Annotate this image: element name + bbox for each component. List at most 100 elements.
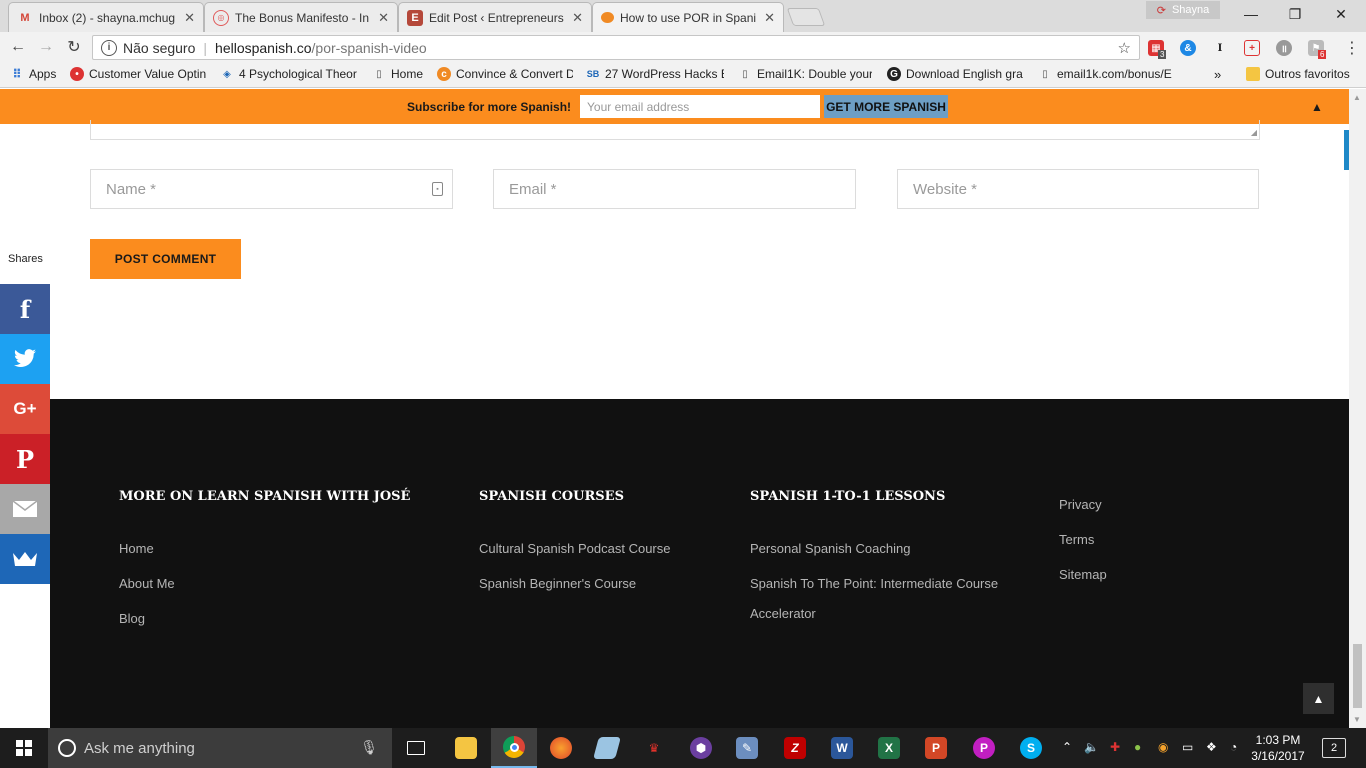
taskbar-app-paint[interactable]: ✎: [724, 728, 770, 768]
footer-link-beginners-course[interactable]: Spanish Beginner's Course: [479, 576, 636, 591]
close-icon[interactable]: ✕: [764, 10, 775, 26]
sumo-share-button[interactable]: [0, 534, 50, 584]
tray-green-icon[interactable]: ●: [1134, 740, 1141, 754]
footer-link-cultural-podcast[interactable]: Cultural Spanish Podcast Course: [479, 541, 671, 556]
close-icon[interactable]: ✕: [378, 10, 389, 26]
close-icon[interactable]: ✕: [572, 10, 583, 26]
forward-arrow-icon[interactable]: →: [36, 37, 56, 57]
bookmark-email1k[interactable]: ▯ Email1K: Double your: [738, 67, 872, 81]
tab-how-to-use-por[interactable]: How to use POR in Spani ✕: [592, 2, 784, 32]
tray-orange-icon[interactable]: ◉: [1158, 740, 1168, 754]
bookmark-label: Customer Value Optin: [89, 67, 207, 81]
taskbar-word[interactable]: W: [819, 728, 865, 768]
envelope-icon: [12, 500, 38, 517]
maximize-button[interactable]: ❐: [1280, 4, 1310, 24]
footer-link-about-me[interactable]: About Me: [119, 576, 175, 591]
taskbar-app-purple[interactable]: ⬢: [678, 728, 724, 768]
back-to-top-button[interactable]: ▲: [1303, 683, 1334, 714]
dropbox-icon[interactable]: ❖: [1206, 740, 1217, 754]
footer-link-accelerator[interactable]: Accelerator: [750, 606, 816, 621]
cortana-search-box[interactable]: Ask me anything 🎙: [48, 728, 392, 768]
email-field[interactable]: Email *: [493, 169, 856, 209]
close-window-button[interactable]: ✕: [1326, 4, 1356, 24]
bookmark-email1k-bonus[interactable]: ▯ email1k.com/bonus/E: [1038, 67, 1174, 81]
tray-chevron-up-icon[interactable]: ⌃: [1062, 740, 1072, 754]
scroll-down-arrow-icon[interactable]: ▼: [1353, 715, 1361, 724]
footer-link-to-the-point[interactable]: Spanish To The Point: Intermediate Cours…: [750, 576, 998, 591]
action-center-button[interactable]: 2: [1322, 738, 1346, 758]
footer-link-blog[interactable]: Blog: [119, 611, 145, 626]
minimize-button[interactable]: —: [1236, 4, 1266, 24]
collapse-bar-icon[interactable]: ▲: [1311, 100, 1323, 114]
google-plus-share-button[interactable]: G+: [0, 384, 50, 434]
tab-edit-post[interactable]: E Edit Post ‹ Entrepreneurs ✕: [398, 2, 592, 32]
extension-plus-icon[interactable]: +: [1244, 40, 1260, 56]
scroll-up-arrow-icon[interactable]: ▲: [1353, 93, 1361, 102]
taskbar-app-blue[interactable]: [584, 728, 630, 768]
extension-pause-icon[interactable]: ॥: [1276, 40, 1292, 56]
cortana-icon: [58, 739, 76, 757]
edit-post-icon: E: [407, 9, 423, 26]
bookmark-customer-value[interactable]: • Customer Value Optin: [70, 67, 208, 81]
comment-textarea[interactable]: ◢: [90, 120, 1260, 140]
info-icon[interactable]: i: [101, 39, 117, 56]
profile-button[interactable]: ⟳ Shayna: [1146, 1, 1220, 19]
bookmark-home[interactable]: ▯ Home: [372, 67, 423, 81]
footer-link-home[interactable]: Home: [119, 541, 154, 556]
bookmark-apps[interactable]: ⠿ Apps: [10, 67, 56, 81]
footer-link-privacy[interactable]: Privacy: [1059, 497, 1102, 512]
bookmark-wordpress-hacks[interactable]: SB 27 WordPress Hacks E: [586, 67, 724, 81]
taskbar-excel[interactable]: X: [866, 728, 912, 768]
bookmark-download-english[interactable]: G Download English gra: [887, 67, 1023, 81]
footer-link-personal-coaching[interactable]: Personal Spanish Coaching: [750, 541, 910, 556]
start-button[interactable]: [0, 728, 48, 768]
reload-icon[interactable]: ↻: [64, 37, 84, 57]
taskbar-filezilla[interactable]: Z: [772, 728, 818, 768]
subscribe-email-input[interactable]: Your email address: [580, 95, 820, 118]
taskbar-clock[interactable]: 1:03 PM 3/16/2017: [1250, 732, 1306, 764]
footer-link-sitemap[interactable]: Sitemap: [1059, 567, 1107, 582]
twitter-share-button[interactable]: [0, 334, 50, 384]
microphone-icon[interactable]: 🎙: [360, 739, 378, 756]
page-scrollbar[interactable]: ▲ ▼: [1349, 89, 1366, 728]
taskbar-chrome[interactable]: [491, 728, 537, 768]
get-more-spanish-button[interactable]: GET MORE SPANISH: [824, 95, 948, 118]
address-bar[interactable]: i Não seguro | hellospanish.co /por-span…: [92, 35, 1140, 60]
tab-inbox[interactable]: M Inbox (2) - shayna.mchug ✕: [8, 2, 204, 32]
taskbar-file-explorer[interactable]: [443, 728, 489, 768]
post-comment-button[interactable]: POST COMMENT: [90, 239, 241, 279]
taskbar-firefox[interactable]: [538, 728, 584, 768]
new-tab-button[interactable]: [786, 8, 826, 26]
resize-grip-icon[interactable]: ◢: [1251, 128, 1257, 137]
email-share-button[interactable]: [0, 484, 50, 534]
bookmark-star-icon[interactable]: ☆: [1118, 39, 1131, 57]
bookmark-psychological[interactable]: ◈ 4 Psychological Theor: [220, 67, 358, 81]
volume-icon[interactable]: 🔈: [1084, 740, 1099, 754]
footer-link-terms[interactable]: Terms: [1059, 532, 1094, 547]
task-view-button[interactable]: [393, 728, 439, 768]
browser-menu-icon[interactable]: ⋮: [1344, 38, 1360, 58]
tray-display-icon[interactable]: ▭: [1182, 740, 1193, 754]
taskbar-skype[interactable]: S: [1008, 728, 1054, 768]
bookmark-other-favorites[interactable]: Outros favoritos: [1246, 67, 1350, 81]
bookmarks-overflow-button[interactable]: »: [1214, 67, 1221, 82]
taskbar-app-p[interactable]: P: [961, 728, 1007, 768]
pinterest-share-button[interactable]: P: [0, 434, 50, 484]
website-field[interactable]: Website *: [897, 169, 1259, 209]
back-arrow-icon[interactable]: ←: [8, 37, 28, 57]
scrollbar-thumb[interactable]: [1353, 644, 1362, 708]
taskbar-app-fighter[interactable]: ♛: [631, 728, 677, 768]
name-field[interactable]: Name * ▪: [90, 169, 453, 209]
close-icon[interactable]: ✕: [184, 10, 195, 26]
extension-tool-icon[interactable]: &: [1180, 40, 1196, 56]
bookmark-convince-convert[interactable]: c Convince & Convert D: [437, 67, 573, 81]
tray-plus-icon[interactable]: ✚: [1110, 740, 1120, 754]
facebook-share-button[interactable]: f: [0, 284, 50, 334]
extension-text-icon[interactable]: I: [1212, 40, 1228, 56]
wifi-icon[interactable]: ◔: [1230, 740, 1237, 754]
taskbar-powerpoint[interactable]: P: [913, 728, 959, 768]
page-content: ◢ Name * ▪ Email * Website * POST COMMEN…: [0, 120, 1349, 728]
tab-bonus-manifesto[interactable]: ◎ The Bonus Manifesto - In ✕: [204, 2, 398, 32]
crown-icon: [13, 552, 37, 566]
extension-badge: 6: [1318, 50, 1327, 59]
